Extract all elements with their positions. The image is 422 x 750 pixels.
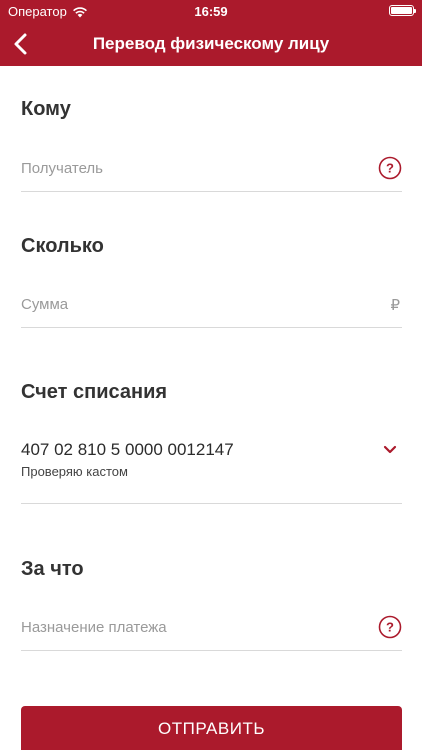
purpose-field[interactable]: Назначение платежа ?	[21, 609, 402, 651]
account-selector[interactable]: 407 02 810 5 0000 0012147 Проверяю касто…	[21, 440, 402, 504]
status-bar: Оператор 16:59	[0, 0, 422, 22]
recipient-section-title: Кому	[21, 98, 71, 120]
recipient-field[interactable]: Получатель ?	[21, 150, 402, 192]
chevron-left-icon	[14, 33, 27, 55]
submit-button[interactable]: ОТПРАВИТЬ	[21, 706, 402, 750]
account-number: 407 02 810 5 0000 0012147	[21, 440, 234, 459]
currency-label: ₽	[390, 297, 400, 314]
purpose-section-title: За что	[21, 558, 84, 580]
amount-section-title: Сколько	[21, 235, 104, 257]
account-name: Проверяю кастом	[21, 464, 128, 479]
purpose-placeholder: Назначение платежа	[21, 619, 167, 636]
battery-icon	[389, 5, 416, 16]
navigation-bar: Перевод физическому лицу	[0, 22, 422, 66]
app-header: Оператор 16:59 Перевод физическому лицу	[0, 0, 422, 66]
question-circle-icon[interactable]: ?	[378, 156, 402, 180]
svg-text:?: ?	[386, 620, 394, 635]
amount-placeholder: Сумма	[21, 296, 69, 313]
chevron-down-icon[interactable]	[382, 444, 398, 456]
back-button[interactable]	[8, 28, 36, 60]
account-section-title: Счет списания	[21, 381, 168, 403]
recipient-placeholder: Получатель	[21, 160, 103, 177]
question-circle-icon[interactable]: ?	[378, 615, 402, 639]
amount-field[interactable]: Сумма ₽	[21, 286, 402, 328]
battery-level	[391, 7, 412, 14]
status-time: 16:59	[194, 4, 228, 19]
page-title: Перевод физическому лицу	[92, 34, 330, 53]
svg-text:?: ?	[386, 161, 394, 176]
